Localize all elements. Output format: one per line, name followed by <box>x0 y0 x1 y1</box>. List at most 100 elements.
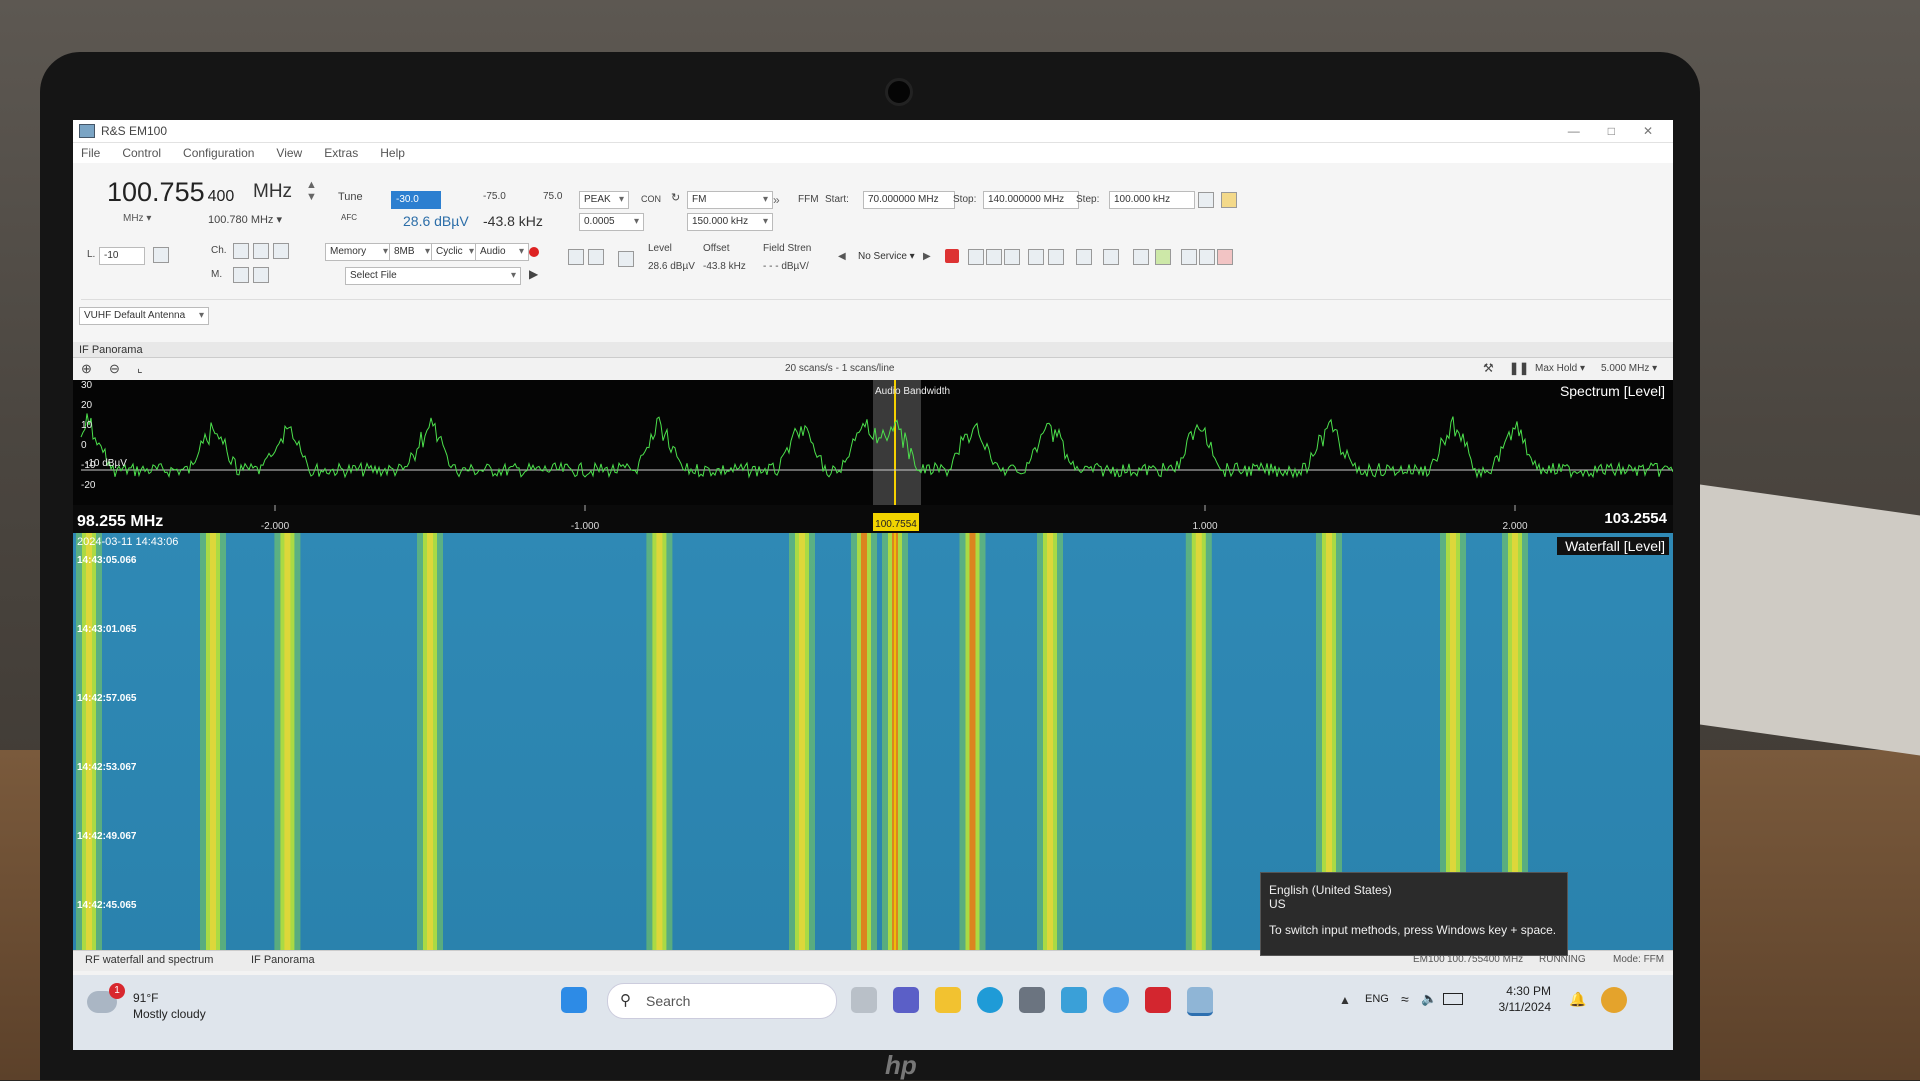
frequency-stepper-icon[interactable]: ▲ ▼ <box>306 179 317 203</box>
wifi-icon[interactable]: ≈ <box>1401 991 1409 1007</box>
speaker-icon[interactable] <box>588 249 604 265</box>
expand-icon[interactable]: » <box>773 193 780 207</box>
weather-desc[interactable]: Mostly cloudy <box>133 1007 206 1021</box>
file-explorer-icon[interactable] <box>935 987 961 1013</box>
menu-help[interactable]: Help <box>380 146 405 160</box>
axis-icon[interactable]: ⌞ <box>137 361 143 375</box>
waterfall-label: Waterfall [Level] <box>1565 538 1665 554</box>
show-hidden-icons[interactable]: ▲ <box>1339 993 1351 1007</box>
memory-select[interactable]: Memory <box>325 243 393 261</box>
alarm-icon[interactable] <box>945 249 959 263</box>
minimize-icon[interactable]: — <box>1568 124 1580 138</box>
bandwidth-select[interactable]: 150.000 kHz <box>687 213 773 231</box>
center-freq-label: 100.7554 <box>875 519 917 530</box>
delete-icon[interactable] <box>1217 249 1233 265</box>
con-label[interactable]: CON <box>641 194 661 204</box>
close-icon[interactable]: ✕ <box>1643 124 1653 138</box>
color-icon[interactable] <box>1155 249 1171 265</box>
spectrum-plot[interactable]: 30 20 10 0 -10 -20 -10 dBµV Audio Bandwidth S… <box>73 380 1673 505</box>
save-icon[interactable] <box>1198 192 1214 208</box>
channel-edit-icon[interactable] <box>273 243 289 259</box>
hold-mode-select[interactable]: Max Hold ▾ <box>1535 363 1585 374</box>
table-icon[interactable] <box>1048 249 1064 265</box>
menu-control[interactable]: Control <box>122 146 161 160</box>
frequency-display[interactable]: 100.755 400 <box>107 177 234 208</box>
app-globe-icon[interactable] <box>1103 987 1129 1013</box>
task-view-icon[interactable] <box>851 987 877 1013</box>
open-folder-icon[interactable] <box>1221 192 1237 208</box>
service-select[interactable]: No Service ▾ <box>858 251 915 262</box>
tab-rf-waterfall[interactable]: RF waterfall and spectrum <box>85 954 213 966</box>
sub-unit-select[interactable]: MHz ▾ <box>123 213 151 224</box>
demod-icon: ↻ <box>671 192 681 204</box>
forward-icon[interactable] <box>1076 249 1092 265</box>
scan-stop-field[interactable]: 140.000000 MHz <box>983 191 1079 209</box>
tune-label[interactable]: Tune <box>338 191 363 203</box>
waterfall-signal-band <box>427 533 433 950</box>
file-select[interactable]: Select File <box>345 267 521 285</box>
afc-label[interactable]: AFC <box>341 213 357 222</box>
channel-load-icon[interactable] <box>253 243 269 259</box>
span-select[interactable]: 5.000 MHz ▾ <box>1601 363 1657 374</box>
language-indicator[interactable]: ENG <box>1365 993 1389 1005</box>
memory-load-icon[interactable] <box>253 267 269 283</box>
maximize-icon[interactable]: □ <box>1608 124 1615 138</box>
service-prev-icon[interactable]: ◀ <box>838 251 846 262</box>
sum-icon[interactable] <box>986 249 1002 265</box>
attenuation-field[interactable]: -10 <box>99 247 145 265</box>
weather-temp[interactable]: 91°F <box>133 991 158 1005</box>
windows-start-icon[interactable] <box>561 987 587 1013</box>
buffer-select[interactable]: 8MB <box>389 243 435 261</box>
more-options-icon[interactable] <box>618 251 634 267</box>
threshold-label: -10 dBµV <box>85 458 127 469</box>
headphone-icon[interactable] <box>568 249 584 265</box>
detector-time-select[interactable]: 0.0005 <box>579 213 644 231</box>
channel-store-icon[interactable] <box>233 243 249 259</box>
waterfall-signal-band <box>799 533 805 950</box>
menu-extras[interactable]: Extras <box>324 146 358 160</box>
store-icon[interactable] <box>1019 987 1045 1013</box>
copy-icon[interactable] <box>1181 249 1197 265</box>
play-icon[interactable]: ▶ <box>529 267 538 281</box>
grid-icon[interactable] <box>968 249 984 265</box>
taskbar-search[interactable]: ⚲ Search <box>607 983 837 1019</box>
cyclic-select[interactable]: Cyclic <box>431 243 479 261</box>
volume-icon[interactable]: 🔈 <box>1421 991 1437 1007</box>
wrench-icon[interactable]: ⚒ <box>1483 361 1494 375</box>
antenna-select[interactable]: VUHF Default Antenna <box>79 307 209 325</box>
edge-browser-icon[interactable] <box>977 987 1003 1013</box>
notification-bell-icon[interactable]: 🔔 <box>1569 991 1586 1008</box>
demod-select[interactable]: FM <box>687 191 773 209</box>
detector-select[interactable]: PEAK <box>579 191 629 209</box>
settings-icon[interactable] <box>1133 249 1149 265</box>
zoom-in-icon[interactable]: ⊕ <box>81 361 92 377</box>
print-icon[interactable] <box>1028 249 1044 265</box>
audio-select[interactable]: Audio <box>475 243 529 261</box>
export-icon[interactable] <box>1103 249 1119 265</box>
pause-icon[interactable]: ❚❚ <box>1509 361 1529 375</box>
zoom-out-icon[interactable]: ⊖ <box>109 361 120 377</box>
menu-view[interactable]: View <box>276 146 302 160</box>
marker-icon[interactable] <box>1004 249 1020 265</box>
paste-icon[interactable] <box>1199 249 1215 265</box>
level-setting-field[interactable]: -30.0 <box>391 191 441 209</box>
record-icon[interactable] <box>529 247 539 257</box>
level-label: Level <box>648 243 672 254</box>
clock-time[interactable]: 4:30 PM <box>1481 984 1551 998</box>
service-next-icon[interactable]: ▶ <box>923 251 931 262</box>
em100-app-icon[interactable] <box>1187 987 1213 1016</box>
scan-start-field[interactable]: 70.000000 MHz <box>863 191 955 209</box>
scan-step-field[interactable]: 100.000 kHz <box>1109 191 1195 209</box>
tab-if-panorama[interactable]: IF Panorama <box>251 954 315 966</box>
level-reading: 28.6 dBµV <box>648 261 695 272</box>
clock-date[interactable]: 3/11/2024 <box>1481 1000 1552 1014</box>
menu-file[interactable]: File <box>81 146 100 160</box>
teams-chat-icon[interactable] <box>893 987 919 1013</box>
battery-icon[interactable] <box>1443 993 1463 1005</box>
attenuation-mode-icon[interactable] <box>153 247 169 263</box>
memory-store-icon[interactable] <box>233 267 249 283</box>
app-chart-icon[interactable] <box>1061 987 1087 1013</box>
copilot-icon[interactable] <box>1601 987 1627 1013</box>
mcafee-icon[interactable] <box>1145 987 1171 1013</box>
menu-configuration[interactable]: Configuration <box>183 146 254 160</box>
